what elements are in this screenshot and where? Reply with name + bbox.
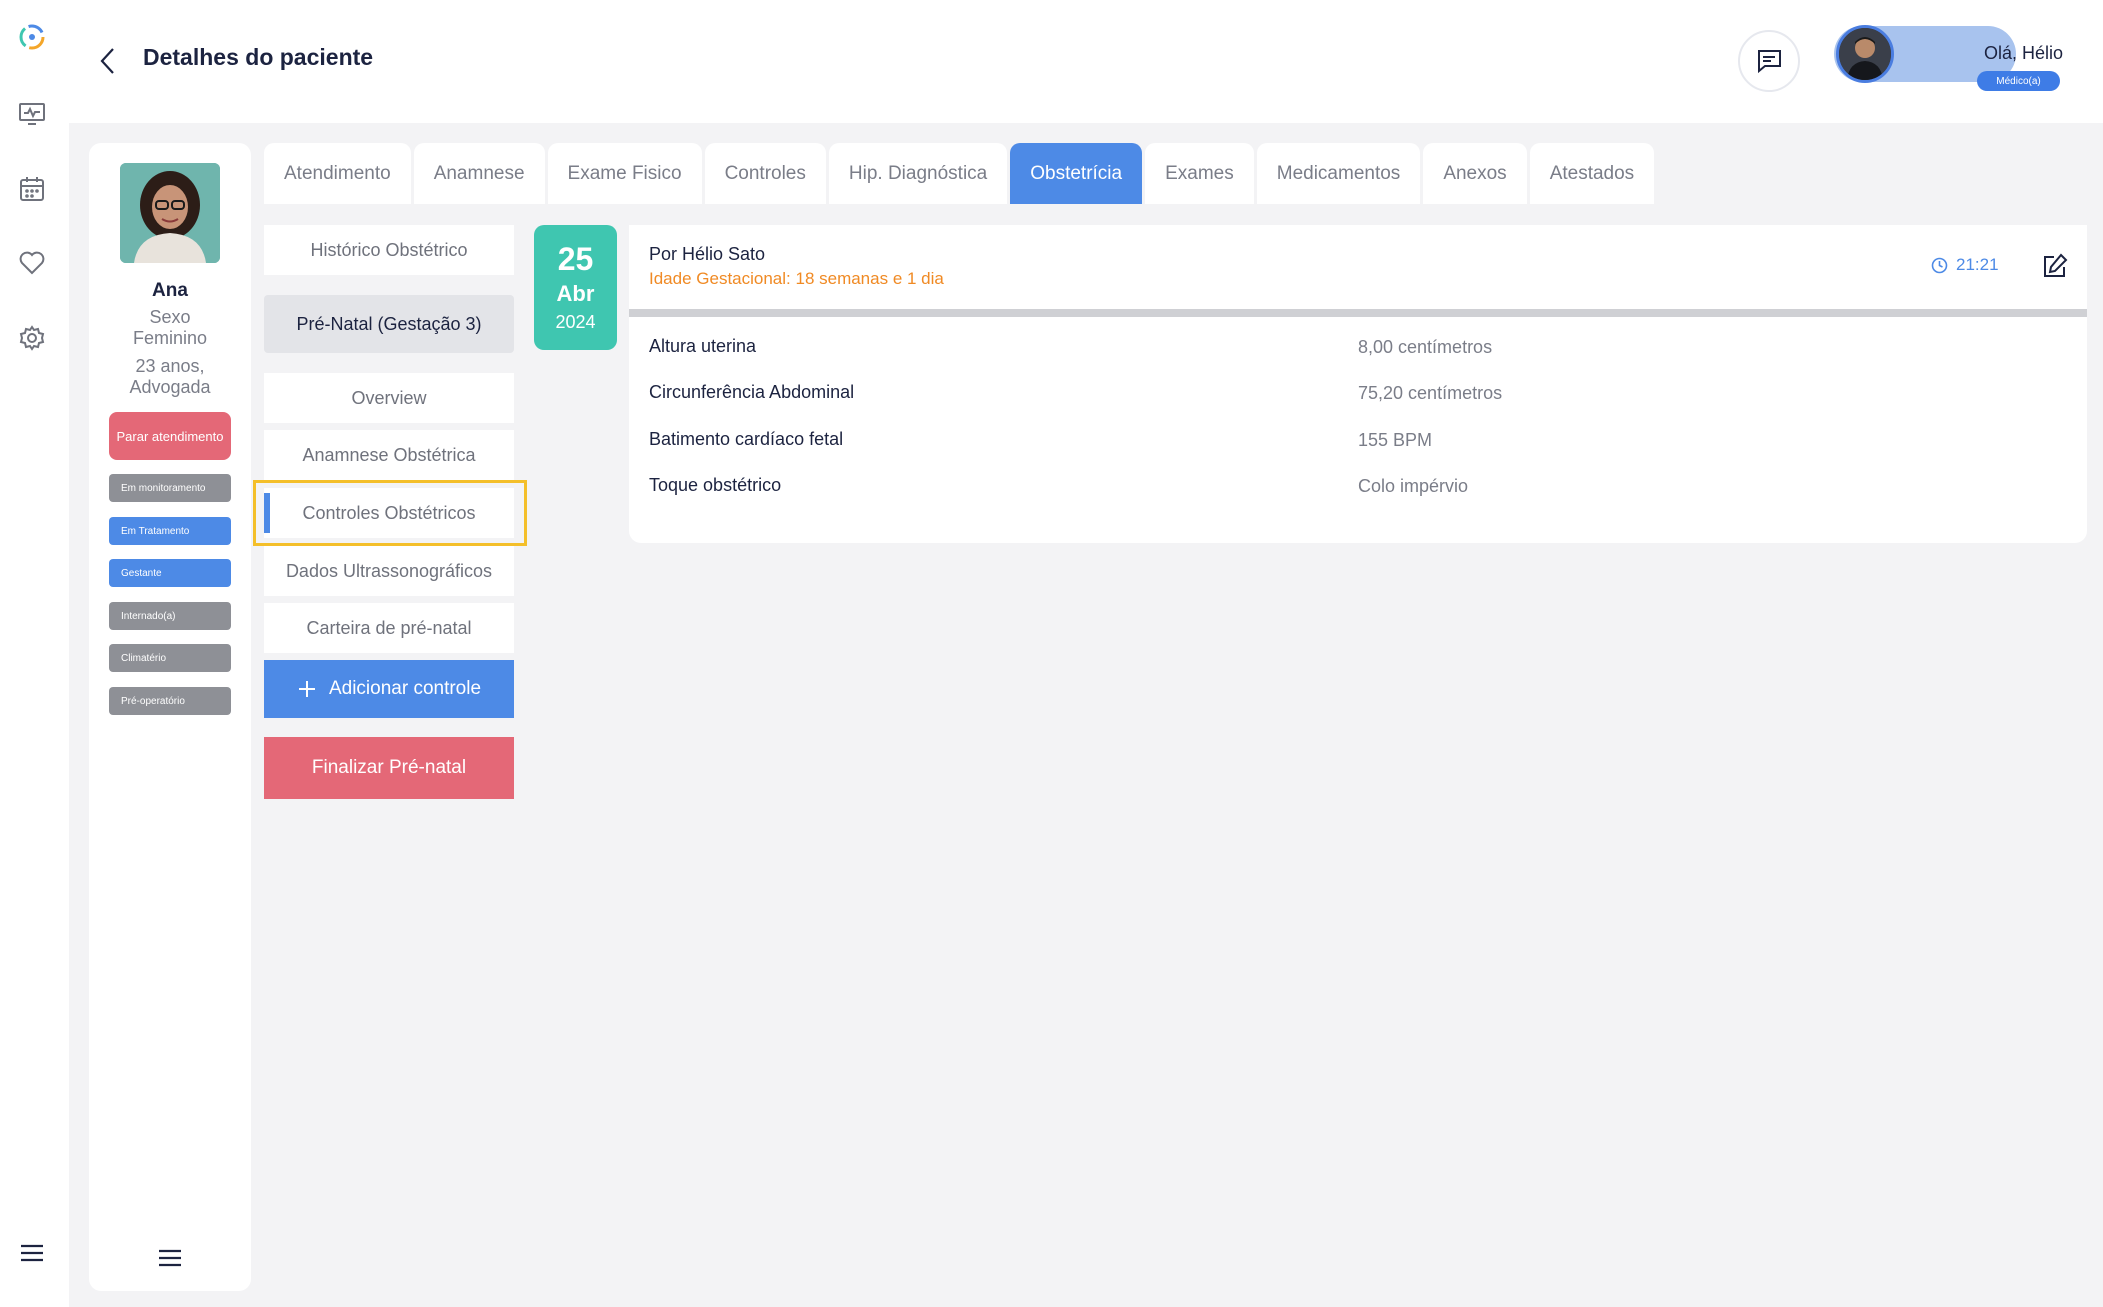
record-date-badge: 25 Abr 2024 [534, 225, 617, 350]
record-divider [629, 309, 2087, 317]
row-label-batimento: Batimento cardíaco fetal [649, 429, 844, 449]
row-value-circunferencia: 75,20 centímetros [1358, 383, 1503, 403]
patient-menu-icon[interactable] [158, 1249, 182, 1273]
tab-atestados[interactable]: Atestados [1529, 143, 1655, 204]
row-label-circunferencia: Circunferência Abdominal [649, 382, 855, 402]
add-control-label: Adicionar controle [328, 678, 482, 699]
patient-occupation: Advogada [129, 377, 211, 397]
tab-exame-fisico[interactable]: Exame Fisico [547, 143, 702, 204]
tab-controles[interactable]: Controles [704, 143, 826, 204]
submenu-dados-ultrassonograficos[interactable]: Dados Ultrassonográficos [264, 546, 514, 596]
stop-attendance-button[interactable]: Parar atendimento [109, 412, 231, 460]
edit-icon[interactable] [2042, 253, 2070, 281]
row-value-batimento: 155 BPM [1358, 430, 1433, 450]
back-button[interactable] [93, 44, 123, 78]
finish-prenatal-button[interactable]: Finalizar Pré-natal [264, 737, 514, 799]
tab-medicamentos[interactable]: Medicamentos [1256, 143, 1421, 204]
heart-icon[interactable] [17, 248, 47, 278]
record-gestational-age: Idade Gestacional: 18 semanas e 1 dia [649, 269, 944, 288]
tag-hospitalized[interactable]: Internado(a) [109, 602, 231, 630]
submenu-anamnese-obstetrica[interactable]: Anamnese Obstétrica [264, 430, 514, 480]
control-record-card: Por Hélio Sato Idade Gestacional: 18 sem… [629, 225, 2087, 543]
menu-icon[interactable] [17, 1238, 47, 1268]
record-date-day: 25 [557, 241, 594, 277]
tab-atendimento[interactable]: Atendimento [264, 143, 411, 204]
tag-preoperative[interactable]: Pré-operatório [109, 687, 231, 715]
patient-name: Ana [152, 280, 188, 301]
patient-age: 23 anos, [135, 356, 205, 376]
clock-icon [1931, 257, 1948, 273]
page-title: Detalhes do paciente [143, 44, 374, 70]
record-author: Por Hélio Sato [649, 244, 766, 264]
chat-icon [1758, 50, 1781, 74]
patient-photo [120, 163, 220, 263]
side-rail [0, 0, 69, 1307]
record-date-year: 2024 [555, 312, 596, 332]
row-label-altura: Altura uterina [649, 336, 757, 356]
patient-card: Ana Sexo Feminino 23 anos, Advogada Para… [89, 143, 251, 1291]
user-greeting: Olá, Hélio [1984, 43, 2064, 63]
tag-climacteric[interactable]: Climatério [109, 644, 231, 672]
patient-sex-value: Feminino [132, 328, 208, 348]
tab-bar: Atendimento Anamnese Exame Fisico Contro… [264, 143, 1657, 204]
settings-icon[interactable] [17, 323, 47, 353]
tag-monitoring[interactable]: Em monitoramento [109, 474, 231, 502]
logo-icon[interactable] [17, 22, 47, 52]
monitor-icon[interactable] [17, 99, 47, 129]
submenu-carteira-prenatal[interactable]: Carteira de pré-natal [264, 603, 514, 653]
plus-icon [298, 681, 315, 697]
tab-hip-diagnostica[interactable]: Hip. Diagnóstica [828, 143, 1008, 204]
submenu-overview[interactable]: Overview [264, 373, 514, 423]
submenu-historico[interactable]: Histórico Obstétrico [264, 225, 514, 275]
record-time: 21:21 [1931, 255, 1999, 275]
row-value-altura: 8,00 centímetros [1358, 337, 1493, 357]
tab-anamnese[interactable]: Anamnese [413, 143, 545, 204]
submenu-prenatal[interactable]: Pré-Natal (Gestação 3) [264, 295, 514, 353]
tab-anexos[interactable]: Anexos [1423, 143, 1527, 204]
user-role-badge: Médico(a) [1977, 71, 2060, 91]
tab-exames[interactable]: Exames [1145, 143, 1254, 204]
row-label-toque: Toque obstétrico [649, 475, 782, 495]
chat-button[interactable] [1738, 30, 1800, 92]
record-date-month: Abr [556, 281, 595, 306]
add-control-button[interactable]: Adicionar controle [264, 660, 514, 718]
tag-treatment[interactable]: Em Tratamento [109, 517, 231, 545]
tag-pregnant[interactable]: Gestante [109, 559, 231, 587]
record-time-value: 21:21 [1956, 255, 1999, 274]
calendar-icon[interactable] [17, 174, 47, 204]
tab-obstetricia[interactable]: Obstetrícia [1010, 143, 1143, 204]
patient-sex-label: Sexo [149, 307, 191, 327]
selection-highlight [253, 480, 527, 546]
row-value-toque: Colo impérvio [1358, 476, 1469, 496]
user-avatar[interactable] [1836, 25, 1894, 83]
